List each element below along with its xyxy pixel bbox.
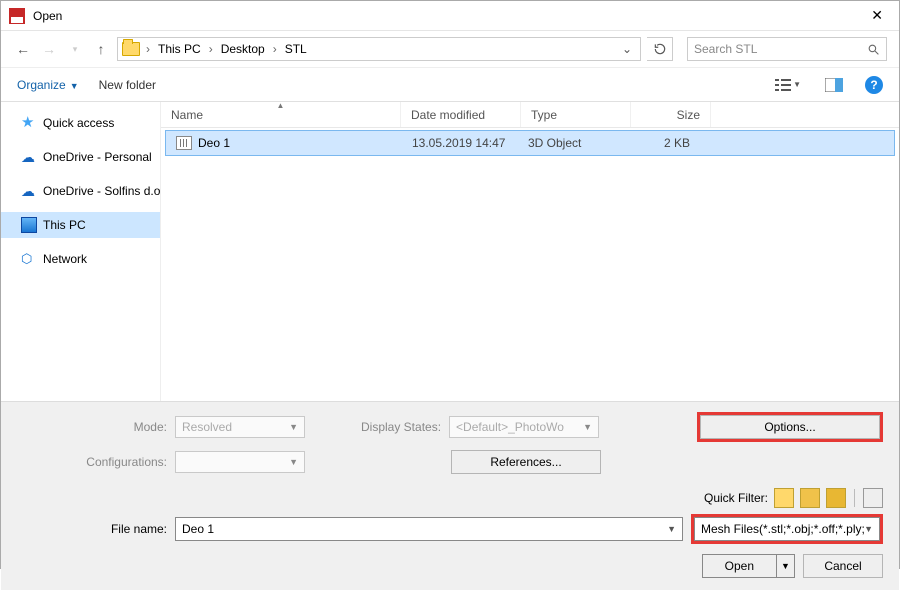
mode-combo[interactable]: Resolved▼	[175, 416, 305, 438]
quick-filter-parts-icon[interactable]	[774, 488, 794, 508]
forward-button: →	[39, 41, 59, 57]
display-states-label: Display States:	[361, 420, 441, 434]
col-size[interactable]: Size	[631, 102, 711, 127]
options-highlight: Options...	[697, 412, 883, 442]
configurations-label: Configurations:	[17, 455, 167, 469]
up-button[interactable]: ↑	[91, 41, 111, 57]
star-icon: ★	[21, 115, 37, 131]
main-area: ★ Quick access ☁ OneDrive - Personal ☁ O…	[1, 101, 899, 401]
separator	[854, 489, 855, 507]
col-type[interactable]: Type	[521, 102, 631, 127]
pc-icon	[21, 217, 37, 233]
chevron-down-icon[interactable]: ▼	[667, 524, 676, 534]
nav-row: ← → ▾ ↑ › This PC › Desktop › STL ⌄ Sear…	[1, 31, 899, 67]
chevron-right-icon[interactable]: ›	[205, 42, 217, 56]
search-input[interactable]: Search STL	[687, 37, 887, 61]
sidebar-item-network[interactable]: ⬡ Network	[1, 246, 160, 272]
sidebar-item-label: This PC	[43, 218, 86, 232]
sidebar-item-onedrive-personal[interactable]: ☁ OneDrive - Personal	[1, 144, 160, 170]
cloud-icon: ☁	[21, 149, 37, 165]
new-folder-button[interactable]: New folder	[99, 78, 156, 92]
crumb-desktop[interactable]: Desktop	[219, 40, 267, 58]
col-name[interactable]: Name ▲	[161, 102, 401, 127]
options-button[interactable]: Options...	[700, 415, 880, 439]
configurations-combo[interactable]: ▼	[175, 451, 305, 473]
file-icon	[176, 136, 192, 150]
file-type: 3D Object	[518, 136, 624, 150]
folder-icon	[122, 42, 140, 56]
file-name-input[interactable]: Deo 1 ▼	[175, 517, 683, 541]
sort-asc-icon: ▲	[277, 101, 285, 110]
address-dropdown[interactable]: ⌄	[618, 42, 636, 56]
chevron-right-icon[interactable]: ›	[269, 42, 281, 56]
view-options-button[interactable]: ▼	[773, 76, 803, 94]
chevron-down-icon: ▼	[583, 422, 592, 432]
preview-pane-button[interactable]	[823, 76, 845, 94]
sidebar-item-quickaccess[interactable]: ★ Quick access	[1, 110, 160, 136]
open-split-button: Open ▼	[702, 554, 795, 578]
help-button[interactable]: ?	[865, 76, 883, 94]
toolbar: Organize▼ New folder ▼ ?	[1, 67, 899, 101]
crumb-stl[interactable]: STL	[283, 40, 309, 58]
chevron-right-icon[interactable]: ›	[142, 42, 154, 56]
sidebar-item-label: Quick access	[43, 116, 114, 130]
recent-dropdown[interactable]: ▾	[65, 44, 85, 55]
lower-panel: Mode: Resolved▼ Display States: <Default…	[1, 401, 899, 590]
file-name-label: File name:	[17, 522, 167, 536]
quick-filter-label: Quick Filter:	[704, 491, 768, 505]
refresh-button[interactable]	[647, 37, 673, 61]
sidebar-item-label: Network	[43, 252, 87, 266]
back-button[interactable]: ←	[13, 41, 33, 57]
references-button[interactable]: References...	[451, 450, 601, 474]
address-bar[interactable]: › This PC › Desktop › STL ⌄	[117, 37, 641, 61]
sidebar-item-onedrive-solfins[interactable]: ☁ OneDrive - Solfins d.o	[1, 178, 160, 204]
sidebar-item-label: OneDrive - Solfins d.o	[43, 184, 160, 198]
search-icon	[867, 43, 880, 56]
sidebar: ★ Quick access ☁ OneDrive - Personal ☁ O…	[1, 102, 161, 401]
col-date[interactable]: Date modified	[401, 102, 521, 127]
app-icon	[9, 8, 25, 24]
file-type-combo[interactable]: Mesh Files(*.stl;*.obj;*.off;*.ply; ▼	[694, 517, 880, 541]
title-bar: Open ✕	[1, 1, 899, 31]
chevron-down-icon[interactable]: ▼	[864, 524, 873, 534]
mode-label: Mode:	[17, 420, 167, 434]
file-name: Deo 1	[198, 136, 230, 150]
open-dropdown[interactable]: ▼	[777, 554, 795, 578]
organize-menu[interactable]: Organize▼	[17, 78, 79, 92]
sidebar-item-label: OneDrive - Personal	[43, 150, 152, 164]
file-row[interactable]: Deo 1 13.05.2019 14:47 3D Object 2 KB	[165, 130, 895, 156]
quick-filter-assemblies-icon[interactable]	[800, 488, 820, 508]
file-type-highlight: Mesh Files(*.stl;*.obj;*.off;*.ply; ▼	[691, 514, 883, 544]
open-button[interactable]: Open	[702, 554, 777, 578]
quick-filter-drawings-icon[interactable]	[826, 488, 846, 508]
file-date: 13.05.2019 14:47	[402, 136, 518, 150]
chevron-down-icon: ▼	[289, 422, 298, 432]
sidebar-item-thispc[interactable]: This PC	[1, 212, 160, 238]
cloud-icon: ☁	[21, 183, 37, 199]
display-states-combo[interactable]: <Default>_PhotoWo▼	[449, 416, 599, 438]
refresh-icon	[653, 42, 667, 56]
close-button[interactable]: ✕	[863, 3, 891, 28]
cancel-button[interactable]: Cancel	[803, 554, 883, 578]
window-title: Open	[33, 9, 62, 23]
column-headers: Name ▲ Date modified Type Size	[161, 102, 899, 128]
network-icon: ⬡	[21, 251, 37, 267]
crumb-thispc[interactable]: This PC	[156, 40, 203, 58]
file-list: Name ▲ Date modified Type Size Deo 1 13.…	[161, 102, 899, 401]
search-placeholder: Search STL	[694, 42, 757, 56]
file-size: 2 KB	[624, 136, 700, 150]
quick-filter-toplevel-icon[interactable]	[863, 488, 883, 508]
chevron-down-icon: ▼	[289, 457, 298, 467]
